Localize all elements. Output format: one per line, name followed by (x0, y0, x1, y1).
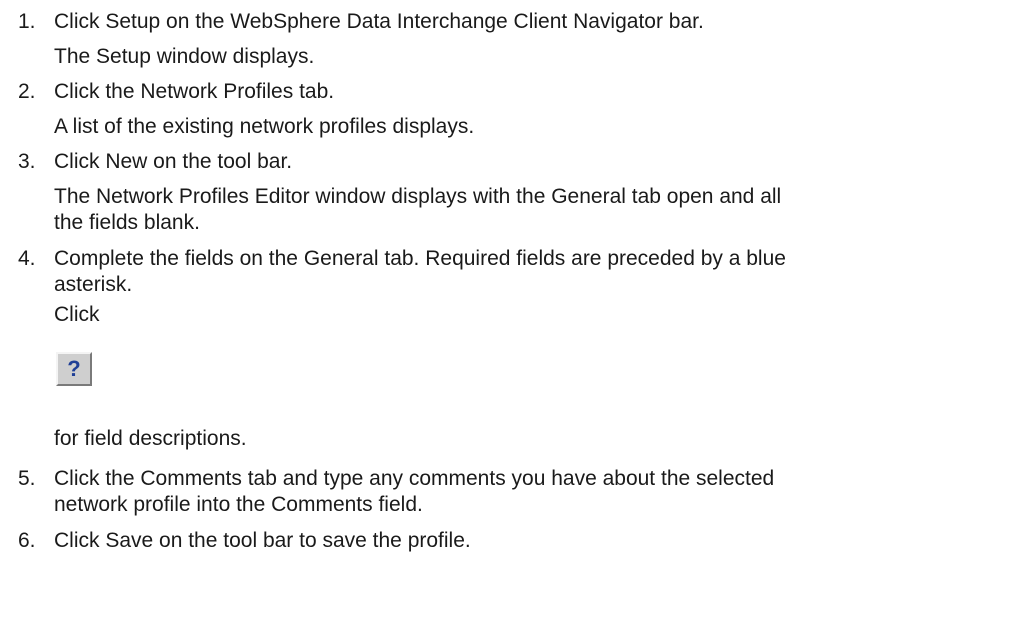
step-number: 4. (18, 247, 36, 270)
step-text: for field descriptions. (54, 427, 247, 450)
step-text: asterisk. (54, 273, 133, 296)
procedure-document: 1. Click Setup on the WebSphere Data Int… (0, 0, 1018, 641)
step-text: Click Save on the tool bar to save the p… (54, 529, 471, 552)
step-result-text: The Network Profiles Editor window displ… (54, 185, 782, 208)
step-text: Click the Comments tab and type any comm… (54, 467, 775, 490)
question-mark-help-icon: ? (67, 356, 81, 381)
step-number: 1. (18, 10, 36, 33)
step-text: Click Setup on the WebSphere Data Interc… (54, 10, 704, 33)
step-text: Complete the fields on the General tab. … (54, 247, 786, 270)
step-text: Click the Network Profiles tab. (54, 80, 335, 103)
step-result-text: The Setup window displays. (54, 45, 315, 68)
step-result-text: A list of the existing network profiles … (54, 115, 475, 138)
step-text: Click New on the tool bar. (54, 150, 293, 173)
step-text: Click (54, 303, 100, 326)
help-button[interactable]: ? (56, 352, 92, 386)
step-number: 6. (18, 529, 36, 552)
step-text: network profile into the Comments field. (54, 493, 423, 516)
step-number: 2. (18, 80, 36, 103)
step-result-text: the fields blank. (54, 211, 200, 234)
step-number: 5. (18, 467, 36, 490)
step-number: 3. (18, 150, 36, 173)
